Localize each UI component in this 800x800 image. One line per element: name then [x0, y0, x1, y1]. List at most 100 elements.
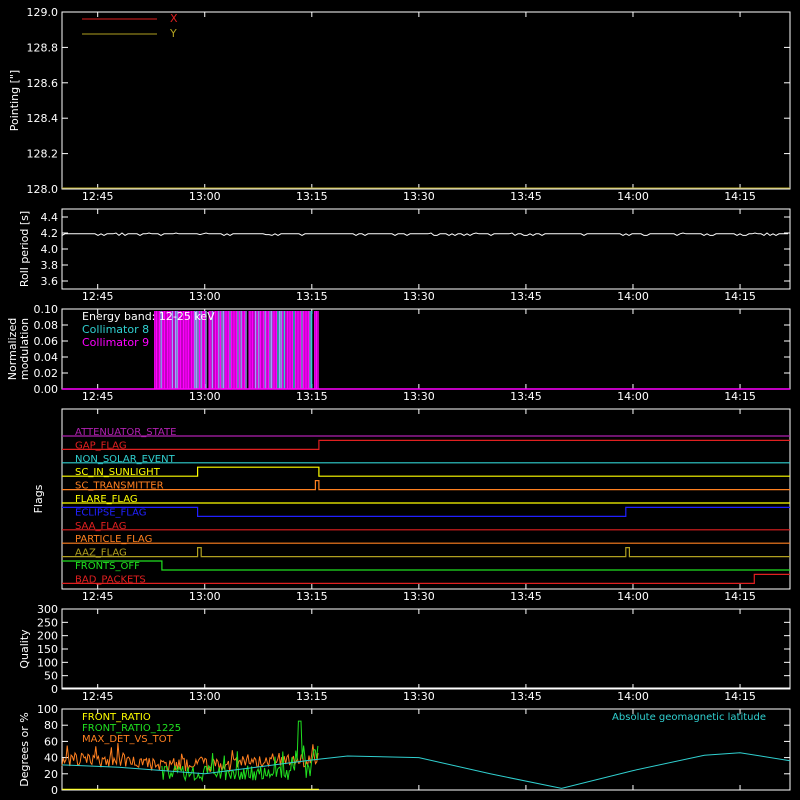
- flag-line: [62, 506, 790, 517]
- modulation-y-tick-label: 0.10: [34, 303, 59, 316]
- pointing-y-tick-label: 128.4: [27, 112, 59, 125]
- roll-y-tick-label: 4.4: [41, 211, 59, 224]
- ratios-y-tick-label: 100: [37, 703, 58, 716]
- roll-y-tick-label: 3.6: [41, 275, 59, 288]
- ratios-y-axis-title-line: Degrees or %: [18, 712, 31, 786]
- time-tick-label: 13:15: [296, 290, 328, 303]
- quality-y-axis-title-line: Quality: [18, 629, 31, 669]
- flag-line: [62, 547, 790, 558]
- modulation-y-tick-label: 0.08: [34, 319, 59, 332]
- roll-y-tick-label: 4.2: [41, 227, 59, 240]
- time-tick-label: 13:00: [189, 690, 221, 703]
- legend-label-max-det-vs-tot: MAX_DET_VS_TOT: [82, 734, 174, 745]
- time-tick-label: 14:00: [617, 690, 649, 703]
- modulation-y-axis-title-line: modulation: [18, 318, 31, 380]
- time-tick-label: 13:00: [189, 290, 221, 303]
- time-tick-label: 13:45: [510, 390, 542, 403]
- flag-line: [62, 560, 790, 571]
- quality-panel-frame: [61, 608, 791, 690]
- ratios-y-tick-label: 80: [44, 719, 58, 732]
- legend-label-y: Y: [169, 27, 177, 40]
- modulation-y-axis-title: Normalized modulation: [6, 318, 31, 380]
- time-tick-label: 13:30: [403, 190, 435, 203]
- time-tick-label: 14:00: [617, 290, 649, 303]
- ratios-y-tick-label: 40: [44, 752, 58, 765]
- pointing-y-tick-label: 128.0: [27, 183, 59, 196]
- flag-line: [62, 480, 790, 491]
- roll-y-axis-title-line: Roll period [s]: [18, 211, 31, 287]
- time-tick-label: 14:15: [724, 190, 756, 203]
- time-tick-label: 13:30: [403, 590, 435, 603]
- flag-label: FRONTS_OFF: [75, 561, 140, 572]
- pointing-y-tick-label: 128.6: [27, 77, 59, 90]
- quality-y-tick-label: 50: [44, 670, 58, 683]
- legend-label-geomagnetic-latitude: Absolute geomagnetic latitude: [612, 712, 766, 723]
- front-ratio-1225-line: [161, 720, 319, 783]
- time-tick-label: 12:45: [82, 290, 114, 303]
- pointing-y-tick-label: 129.0: [27, 6, 59, 19]
- time-tick-label: 14:15: [724, 590, 756, 603]
- time-tick-label: 14:15: [724, 390, 756, 403]
- time-tick-label: 14:00: [617, 390, 649, 403]
- roll-y-tick-label: 4.0: [41, 243, 59, 256]
- ratios-y-tick-label: 60: [44, 735, 58, 748]
- time-tick-label: 13:00: [189, 590, 221, 603]
- legend-label-front-ratio: FRONT_RATIO: [82, 712, 151, 723]
- time-tick-label: 13:15: [296, 590, 328, 603]
- time-tick-label: 14:15: [724, 690, 756, 703]
- roll-y-tick-label: 3.8: [41, 259, 59, 272]
- geomagnetic-latitude-line: [61, 752, 791, 789]
- time-tick-label: 13:30: [403, 390, 435, 403]
- legend-label-collimator-8: Collimator 8: [82, 323, 149, 336]
- time-tick-label: 13:00: [189, 390, 221, 403]
- roll-y-axis-title: Roll period [s]: [18, 211, 31, 287]
- time-tick-label: 13:15: [296, 690, 328, 703]
- time-tick-label: 12:45: [82, 590, 114, 603]
- quality-y-tick-label: 250: [37, 616, 58, 629]
- time-tick-label: 12:45: [82, 690, 114, 703]
- time-tick-label: 14:15: [724, 290, 756, 303]
- pointing-y-axis-title: Pointing ["]: [8, 70, 21, 131]
- pointing-y-axis-title-line: Pointing ["]: [8, 70, 21, 131]
- legend-label-collimator-9: Collimator 9: [82, 336, 149, 349]
- flag-label: ECLIPSE_FLAG: [75, 507, 146, 518]
- ratios-y-axis-title: Degrees or %: [18, 712, 31, 786]
- time-tick-label: 13:45: [510, 290, 542, 303]
- energy-band-label: Energy band: 12-25 keV: [82, 310, 215, 323]
- time-tick-label: 13:30: [403, 690, 435, 703]
- roll-panel-frame: [61, 208, 791, 290]
- time-tick-label: 13:30: [403, 290, 435, 303]
- ratios-y-tick-label: 20: [44, 768, 58, 781]
- modulation-y-tick-label: 0.00: [34, 383, 59, 396]
- legend-label-x: X: [170, 12, 178, 25]
- time-tick-label: 13:00: [189, 190, 221, 203]
- time-tick-label: 13:45: [510, 590, 542, 603]
- quality-y-tick-label: 150: [37, 643, 58, 656]
- modulation-y-tick-label: 0.06: [34, 335, 59, 348]
- pointing-y-tick-label: 128.2: [27, 148, 59, 161]
- flag-line: [62, 439, 790, 450]
- time-tick-label: 12:45: [82, 190, 114, 203]
- hessi-observing-summary-plot: 128.0 128.2 128.4 128.6 128.8 129.0 Pointing […: [6, 6, 791, 797]
- time-tick-label: 14:00: [617, 190, 649, 203]
- flag-line: [62, 466, 790, 477]
- flags-y-axis-title: Flags: [32, 484, 45, 513]
- time-tick-label: 13:45: [510, 190, 542, 203]
- time-tick-label: 13:15: [296, 190, 328, 203]
- pointing-y-tick-label: 128.8: [27, 41, 59, 54]
- time-tick-label: 13:15: [296, 390, 328, 403]
- time-tick-label: 12:45: [82, 390, 114, 403]
- roll-period-line: [61, 232, 788, 237]
- modulation-y-tick-label: 0.04: [34, 351, 59, 364]
- quality-y-tick-label: 100: [37, 656, 58, 669]
- modulation-y-tick-label: 0.02: [34, 367, 59, 380]
- time-tick-label: 14:00: [617, 590, 649, 603]
- quality-y-tick-label: 300: [37, 603, 58, 616]
- quality-y-axis-title: Quality: [18, 629, 31, 669]
- time-tick-label: 13:45: [510, 690, 542, 703]
- legend-label-front-ratio-1225: FRONT_RATIO_1225: [82, 723, 181, 734]
- ratios-y-tick-label: 0: [51, 784, 58, 797]
- quality-y-tick-label: 0: [51, 683, 58, 696]
- quality-y-tick-label: 200: [37, 630, 58, 643]
- flags-y-axis-title-line: Flags: [32, 484, 45, 513]
